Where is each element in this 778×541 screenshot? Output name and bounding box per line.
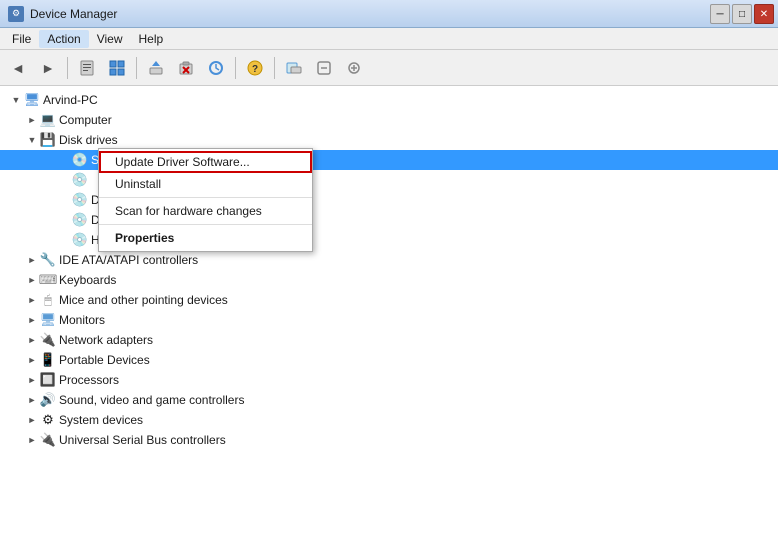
toolbar-separator-1 — [67, 57, 68, 79]
mice-label: Mice and other pointing devices — [59, 293, 228, 307]
tree-processors[interactable]: ► 🔲 Processors — [0, 370, 778, 390]
minimize-button[interactable]: ─ — [710, 4, 730, 24]
disk-drives-icon: 💾 — [40, 132, 56, 148]
sound-icon: 🔊 — [40, 392, 56, 408]
ide-icon: 🔧 — [40, 252, 56, 268]
uninstall-button[interactable] — [172, 54, 200, 82]
extra-btn-2[interactable] — [310, 54, 338, 82]
help-button[interactable]: ? — [241, 54, 269, 82]
processors-icon: 🔲 — [40, 372, 56, 388]
show-hide-button[interactable] — [103, 54, 131, 82]
monitors-expander[interactable]: ► — [24, 312, 40, 328]
menu-help[interactable]: Help — [131, 30, 172, 48]
system-expander[interactable]: ► — [24, 412, 40, 428]
portable-expander[interactable]: ► — [24, 352, 40, 368]
back-button[interactable]: ◄ — [4, 54, 32, 82]
hu-expander — [56, 232, 72, 248]
monitors-icon: 🖥 — [40, 312, 56, 328]
keyboards-label: Keyboards — [59, 273, 116, 287]
maximize-button[interactable]: □ — [732, 4, 752, 24]
system-icon: ⚙ — [40, 412, 56, 428]
sound-expander[interactable]: ► — [24, 392, 40, 408]
di-expander — [56, 192, 72, 208]
ctx-update-driver[interactable]: Update Driver Software... — [99, 151, 312, 173]
toolbar-separator-3 — [235, 57, 236, 79]
tree-mice[interactable]: ► 🖱 Mice and other pointing devices — [0, 290, 778, 310]
title-bar-controls: ─ □ ✕ — [710, 4, 774, 24]
disk-drives-label: Disk drives — [59, 133, 118, 147]
tree-monitors[interactable]: ► 🖥 Monitors — [0, 310, 778, 330]
scan-button[interactable] — [202, 54, 230, 82]
system-label: System devices — [59, 413, 143, 427]
ctx-separator-2 — [99, 224, 312, 225]
forward-button[interactable]: ► — [34, 54, 62, 82]
menu-file[interactable]: File — [4, 30, 39, 48]
portable-icon: 📱 — [40, 352, 56, 368]
context-menu: Update Driver Software... Uninstall Scan… — [98, 148, 313, 252]
network-expander[interactable]: ► — [24, 332, 40, 348]
menu-view[interactable]: View — [89, 30, 131, 48]
update-driver-button[interactable] — [142, 54, 170, 82]
mice-expander[interactable]: ► — [24, 292, 40, 308]
portable-label: Portable Devices — [59, 353, 150, 367]
toolbar-separator-4 — [274, 57, 275, 79]
keyboards-icon: ⌨ — [40, 272, 56, 288]
disk-item-1-icon: 💿 — [72, 152, 88, 168]
ctx-separator — [99, 197, 312, 198]
tree-system[interactable]: ► ⚙ System devices — [0, 410, 778, 430]
properties-button[interactable] — [73, 54, 101, 82]
tree-ide[interactable]: ► 🔧 IDE ATA/ATAPI controllers — [0, 250, 778, 270]
di-icon: 💿 — [72, 192, 88, 208]
close-button[interactable]: ✕ — [754, 4, 774, 24]
disk-item-2-icon: 💿 — [72, 172, 88, 188]
tree-sound[interactable]: ► 🔊 Sound, video and game controllers — [0, 390, 778, 410]
tree-network[interactable]: ► 🔌 Network adapters — [0, 330, 778, 350]
usb-expander[interactable]: ► — [24, 432, 40, 448]
usb-icon: 🔌 — [40, 432, 56, 448]
computer-expander[interactable]: ► — [24, 112, 40, 128]
sound-label: Sound, video and game controllers — [59, 393, 244, 407]
network-label: Network adapters — [59, 333, 153, 347]
ctx-uninstall[interactable]: Uninstall — [99, 173, 312, 195]
ctx-scan[interactable]: Scan for hardware changes — [99, 200, 312, 222]
mice-icon: 🖱 — [40, 292, 56, 308]
tree-keyboards[interactable]: ► ⌨ Keyboards — [0, 270, 778, 290]
menu-action[interactable]: Action — [39, 30, 88, 48]
disk-item-1-expander — [56, 152, 72, 168]
toolbar: ◄ ► — [0, 50, 778, 86]
disk-expander[interactable]: ▼ — [24, 132, 40, 148]
tree-usb[interactable]: ► 🔌 Universal Serial Bus controllers — [0, 430, 778, 450]
menu-bar: File Action View Help — [0, 28, 778, 50]
root-label: Arvind-PC — [43, 93, 98, 107]
title-bar: ⚙ Device Manager ─ □ ✕ — [0, 0, 778, 28]
tree-root[interactable]: ▼ 🖥 Arvind-PC — [0, 90, 778, 110]
tree-portable[interactable]: ► 📱 Portable Devices — [0, 350, 778, 370]
root-expander[interactable]: ▼ — [8, 92, 24, 108]
extra-btn-1[interactable] — [280, 54, 308, 82]
computer-icon: 💻 — [40, 112, 56, 128]
ide-label: IDE ATA/ATAPI controllers — [59, 253, 198, 267]
keyboards-expander[interactable]: ► — [24, 272, 40, 288]
computer-label: Computer — [59, 113, 112, 127]
app-icon: ⚙ — [8, 6, 24, 22]
ide-expander[interactable]: ► — [24, 252, 40, 268]
dv-expander — [56, 212, 72, 228]
usb-label: Universal Serial Bus controllers — [59, 433, 226, 447]
root-icon: 🖥 — [24, 92, 40, 108]
processors-expander[interactable]: ► — [24, 372, 40, 388]
extra-btn-3[interactable] — [340, 54, 368, 82]
dv-icon: 💿 — [72, 212, 88, 228]
monitors-label: Monitors — [59, 313, 105, 327]
toolbar-separator-2 — [136, 57, 137, 79]
network-icon: 🔌 — [40, 332, 56, 348]
disk-item-2-expander — [56, 172, 72, 188]
title-bar-text: Device Manager — [30, 7, 117, 21]
tree-disk-drives[interactable]: ▼ 💾 Disk drives — [0, 130, 778, 150]
ctx-properties[interactable]: Properties — [99, 227, 312, 249]
svg-text:?: ? — [252, 64, 258, 75]
processors-label: Processors — [59, 373, 119, 387]
hu-icon: 💿 — [72, 232, 88, 248]
tree-computer[interactable]: ► 💻 Computer — [0, 110, 778, 130]
